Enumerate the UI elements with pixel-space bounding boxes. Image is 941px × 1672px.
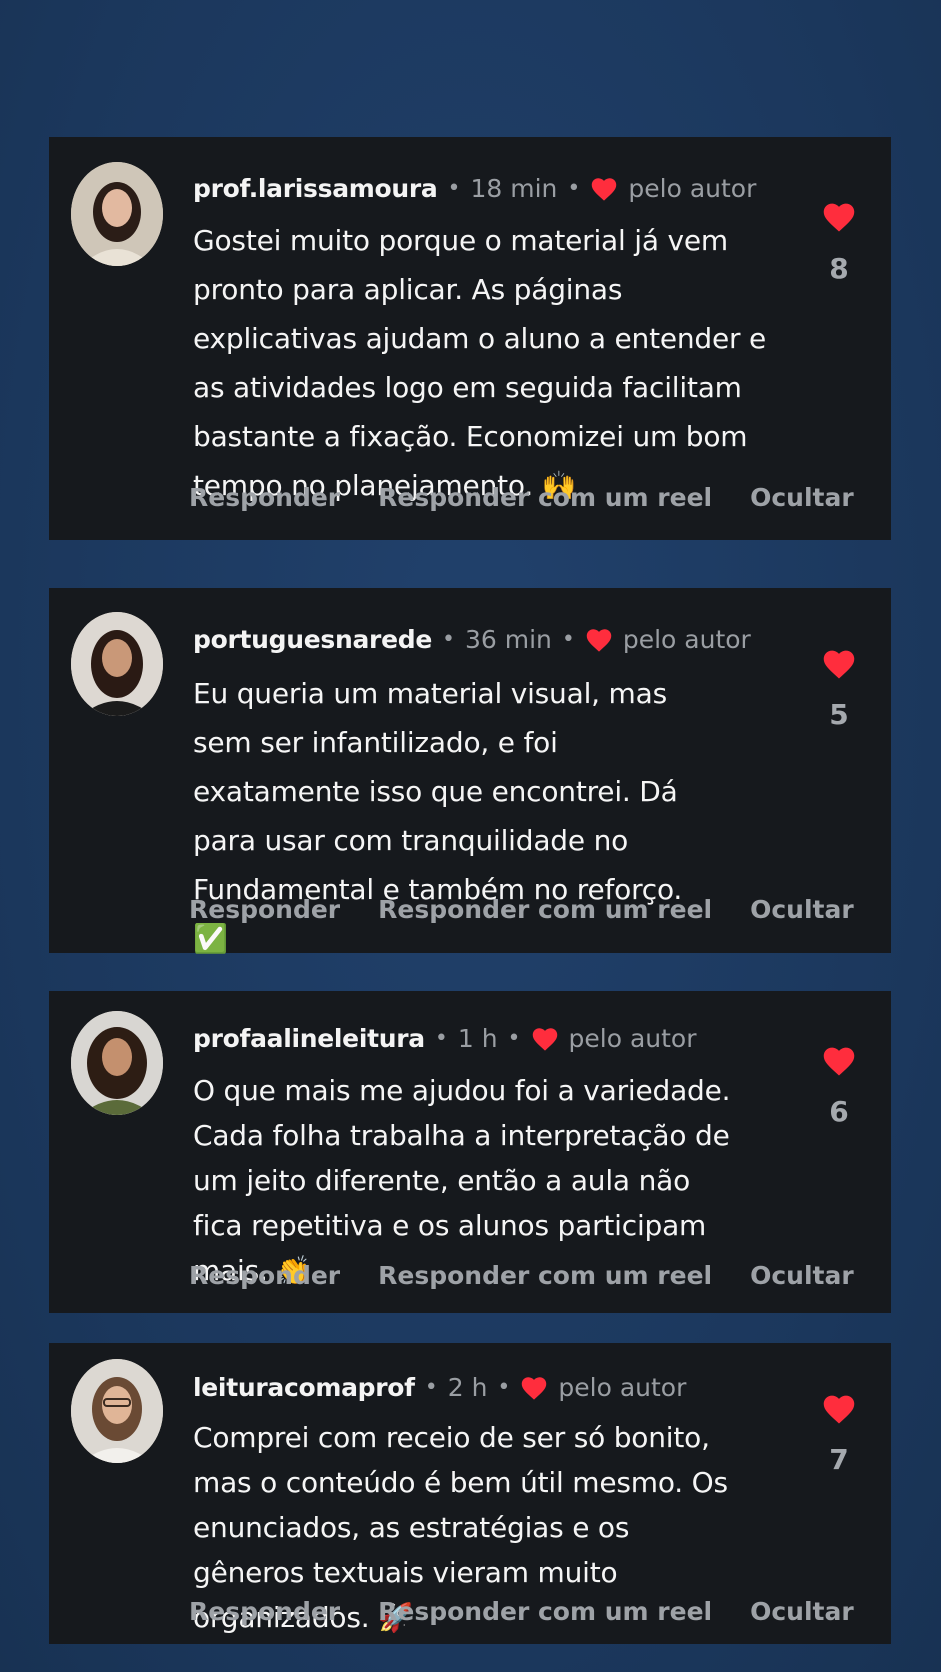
heart-icon[interactable] bbox=[821, 648, 857, 680]
comment-card: leituracomaprof • 2 h • pelo autor Compr… bbox=[49, 1343, 891, 1644]
reply-button[interactable]: Responder bbox=[189, 483, 340, 512]
heart-icon bbox=[590, 176, 618, 202]
timestamp: 1 h bbox=[457, 1024, 498, 1053]
avatar[interactable] bbox=[71, 1011, 163, 1115]
liked-by-author-label: pelo autor bbox=[558, 1373, 687, 1402]
avatar[interactable] bbox=[71, 1359, 163, 1463]
reply-with-reel-button[interactable]: Responder com um reel bbox=[378, 483, 712, 512]
comment-meta: leituracomaprof • 2 h • pelo autor bbox=[193, 1373, 686, 1402]
reply-button[interactable]: Responder bbox=[189, 1261, 340, 1290]
separator-dot: • bbox=[497, 1375, 511, 1400]
comment-text: Gostei muito porque o material já vem pr… bbox=[193, 216, 793, 510]
heart-icon bbox=[520, 1375, 548, 1401]
avatar[interactable] bbox=[71, 612, 163, 716]
heart-icon bbox=[585, 627, 613, 653]
hide-button[interactable]: Ocultar bbox=[750, 483, 854, 512]
separator-dot: • bbox=[561, 627, 575, 652]
avatar[interactable] bbox=[71, 162, 163, 266]
separator-dot: • bbox=[447, 176, 461, 201]
check-mark-emoji: ✅ bbox=[193, 922, 228, 955]
username[interactable]: portuguesnarede bbox=[193, 625, 432, 654]
comment-meta: prof.larissamoura • 18 min • pelo autor bbox=[193, 174, 756, 203]
hide-button[interactable]: Ocultar bbox=[750, 895, 854, 924]
username[interactable]: prof.larissamoura bbox=[193, 174, 438, 203]
liked-by-author-label: pelo autor bbox=[628, 174, 757, 203]
comment-actions: Responder Responder com um reel Ocultar bbox=[189, 1597, 892, 1626]
separator-dot: • bbox=[434, 1026, 448, 1051]
heart-icon bbox=[531, 1026, 559, 1052]
like-count: 7 bbox=[829, 1443, 849, 1476]
separator-dot: • bbox=[441, 627, 455, 652]
reply-with-reel-button[interactable]: Responder com um reel bbox=[378, 1597, 712, 1626]
comment-body: Gostei muito porque o material já vem pr… bbox=[193, 224, 767, 502]
comment-card: portuguesnarede • 36 min • pelo autor Eu… bbox=[49, 588, 892, 955]
separator-dot: • bbox=[507, 1026, 521, 1051]
separator-dot: • bbox=[424, 1375, 438, 1400]
reply-with-reel-button[interactable]: Responder com um reel bbox=[378, 1261, 712, 1290]
liked-by-author-label: pelo autor bbox=[568, 1024, 697, 1053]
reply-button[interactable]: Responder bbox=[189, 895, 340, 924]
comment-body: Eu queria um material visual, mas sem se… bbox=[193, 677, 683, 906]
username[interactable]: profaalineleitura bbox=[193, 1024, 425, 1053]
username[interactable]: leituracomaprof bbox=[193, 1373, 415, 1402]
heart-icon[interactable] bbox=[821, 1393, 857, 1425]
comment-card: prof.larissamoura • 18 min • pelo autor … bbox=[49, 137, 891, 540]
liked-by-author-label: pelo autor bbox=[622, 625, 751, 654]
like-count: 6 bbox=[829, 1095, 849, 1128]
comment-card: profaalineleitura • 1 h • pelo autor O q… bbox=[49, 991, 891, 1313]
heart-icon[interactable] bbox=[821, 1045, 857, 1077]
comment-body: O que mais me ajudou foi a variedade. Ca… bbox=[193, 1074, 731, 1287]
timestamp: 2 h bbox=[447, 1373, 488, 1402]
reply-with-reel-button[interactable]: Responder com um reel bbox=[378, 895, 712, 924]
separator-dot: • bbox=[567, 176, 581, 201]
comment-text: O que mais me ajudou foi a variedade. Ca… bbox=[193, 1068, 733, 1293]
comment-actions: Responder Responder com um reel Ocultar bbox=[189, 1261, 892, 1290]
timestamp: 18 min bbox=[470, 174, 558, 203]
reply-button[interactable]: Responder bbox=[189, 1597, 340, 1626]
timestamp: 36 min bbox=[464, 625, 552, 654]
comment-actions: Responder Responder com um reel Ocultar bbox=[189, 895, 892, 924]
like-count: 8 bbox=[829, 252, 849, 285]
heart-icon[interactable] bbox=[821, 201, 857, 233]
like-count: 5 bbox=[829, 698, 849, 731]
hide-button[interactable]: Ocultar bbox=[750, 1597, 854, 1626]
comment-meta: portuguesnarede • 36 min • pelo autor bbox=[193, 625, 751, 654]
comment-meta: profaalineleitura • 1 h • pelo autor bbox=[193, 1024, 697, 1053]
hide-button[interactable]: Ocultar bbox=[750, 1261, 854, 1290]
comment-actions: Responder Responder com um reel Ocultar bbox=[189, 483, 892, 512]
